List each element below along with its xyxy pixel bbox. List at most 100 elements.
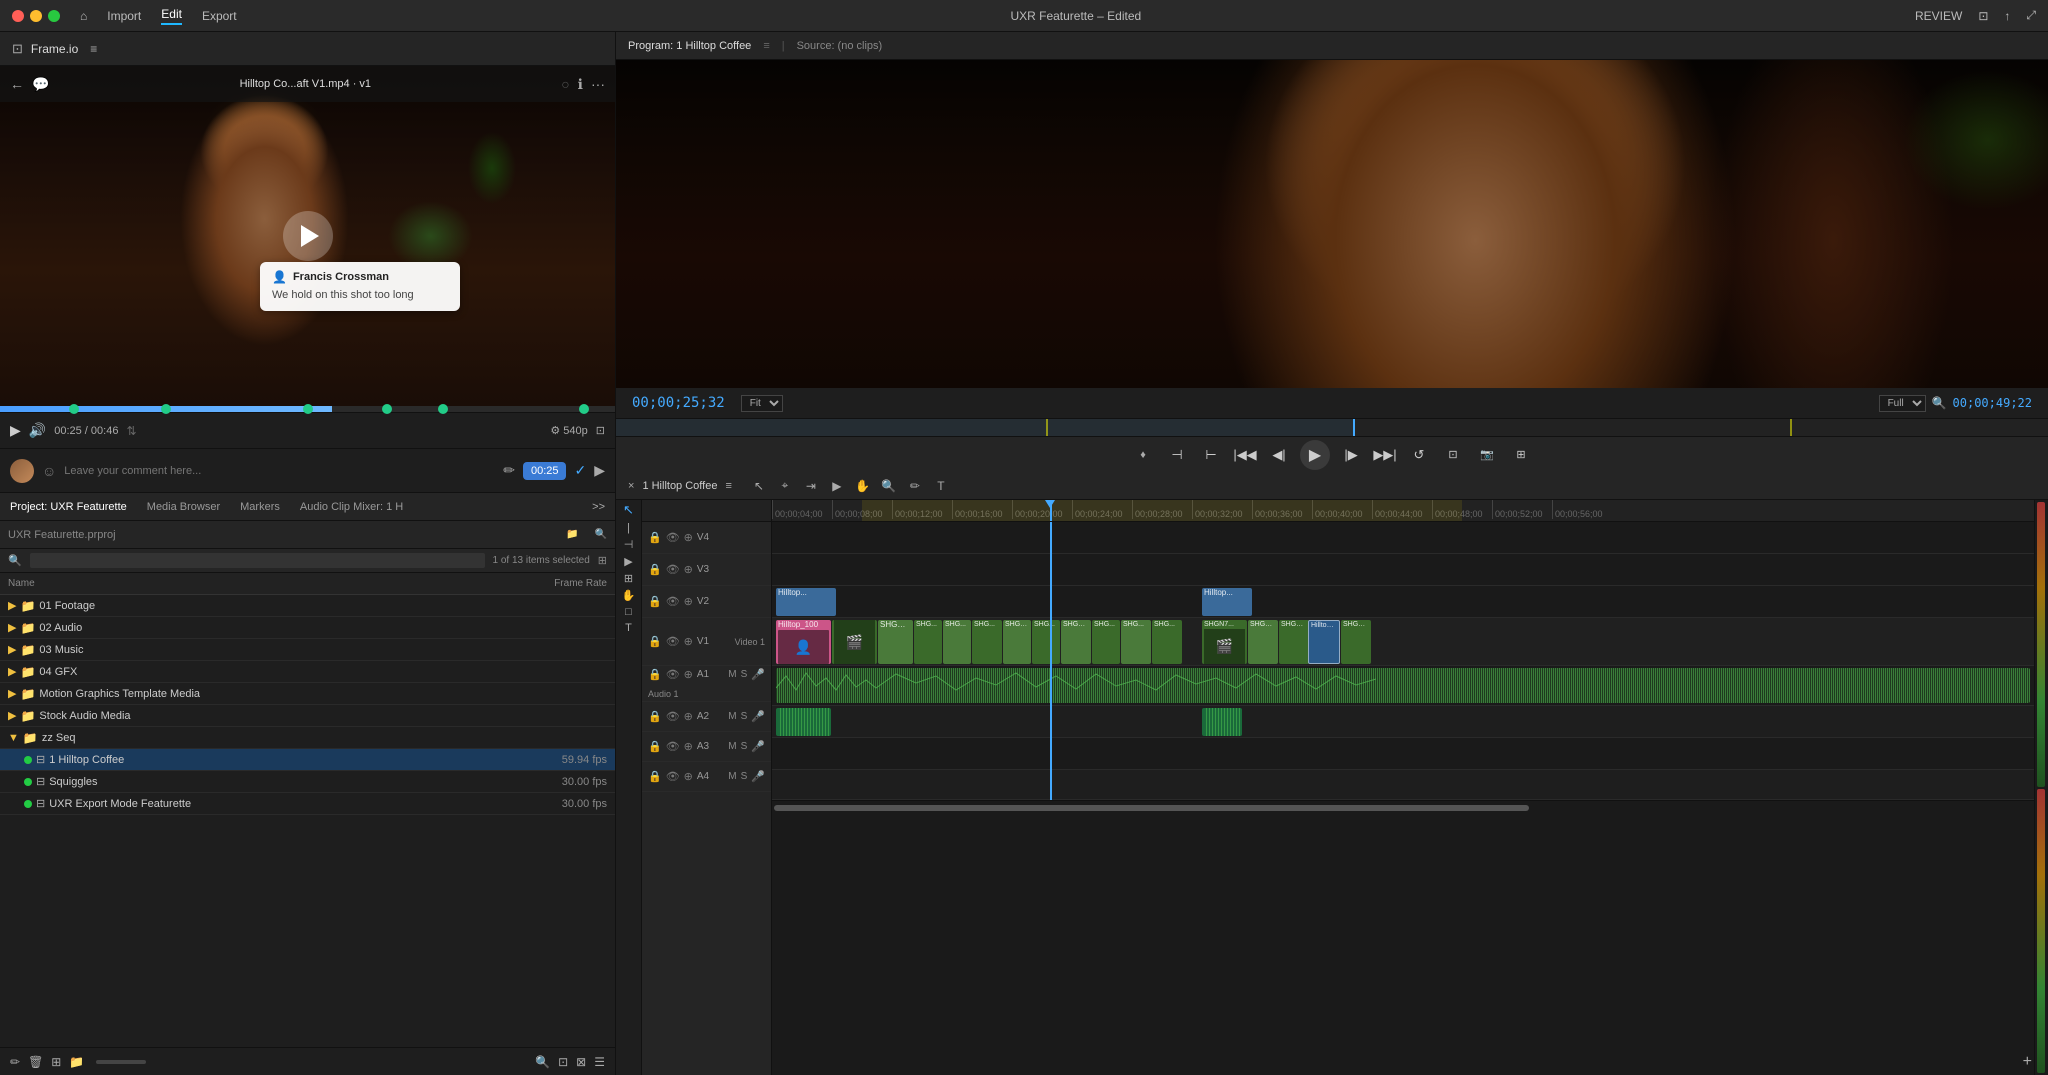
settings-btn[interactable]: ⊞ <box>1508 442 1534 468</box>
track-vis-a4[interactable]: 👁 <box>666 770 680 783</box>
list-item[interactable]: ⊟ UXR Export Mode Featurette 30.00 fps <box>0 793 615 815</box>
list-item[interactable]: ▶ 📁 03 Music <box>0 639 615 661</box>
clip-v1-1[interactable]: 🎬 <box>832 620 877 664</box>
clip-v1-4[interactable]: SHG... <box>943 620 971 664</box>
play-stop-btn[interactable]: ▶ <box>1300 440 1330 470</box>
program-monitor-tab[interactable]: Program: 1 Hilltop Coffee <box>628 40 751 52</box>
fullscreen-icon[interactable]: ⤢ <box>2026 8 2036 23</box>
volume-icon[interactable]: 🔊 <box>29 422 46 439</box>
track-lock-v1[interactable]: 🔒 <box>648 635 662 648</box>
check-icon[interactable]: ✓ <box>574 462 586 479</box>
clip-v2-1[interactable]: Hilltop... <box>776 588 836 616</box>
track-tl[interactable]: ▶ <box>624 555 632 568</box>
magnify-icon[interactable]: 🔍 <box>1932 396 1947 410</box>
tab-audio-mixer[interactable]: Audio Clip Mixer: 1 H <box>300 501 403 513</box>
track-lock-a3[interactable]: 🔒 <box>648 740 662 753</box>
panel-icon[interactable]: ⊡ <box>1978 9 1988 23</box>
track-sync-a3[interactable]: ⊕ <box>684 740 693 753</box>
razor-tl[interactable]: | <box>627 522 630 534</box>
comment-input[interactable] <box>64 465 495 477</box>
track-s-a3[interactable]: S <box>741 741 748 752</box>
list-item[interactable]: ▶ 📁 01 Footage <box>0 595 615 617</box>
clip-v1-8[interactable]: SHGN7... <box>1061 620 1091 664</box>
tab-project[interactable]: Project: UXR Featurette <box>10 501 127 513</box>
pencil-icon[interactable]: ✏ <box>10 1055 20 1069</box>
track-lock-v3[interactable]: 🔒 <box>648 563 662 576</box>
search-icon[interactable]: 🔍 <box>595 529 607 540</box>
track-select-tool[interactable]: ▶ <box>826 475 848 497</box>
track-vis-a1[interactable]: 👁 <box>666 668 680 681</box>
nav-export[interactable]: Export <box>202 9 237 23</box>
list-item[interactable]: ▶ 📁 Stock Audio Media <box>0 705 615 727</box>
fullscreen-button[interactable] <box>48 10 60 22</box>
clip-v1-2[interactable]: SHGN7_5... <box>878 620 913 664</box>
hand-tl[interactable]: ✋ <box>622 589 636 602</box>
zoom-tool-tl[interactable]: 🔍 <box>878 475 900 497</box>
clip-v1-7[interactable]: SHG... <box>1032 620 1060 664</box>
list-icon[interactable]: ☰ <box>594 1055 605 1069</box>
loop-btn[interactable]: ↺ <box>1406 442 1432 468</box>
track-m-a2[interactable]: M <box>728 711 736 722</box>
back-icon[interactable]: ← <box>10 76 24 92</box>
clip-v1-selected[interactable]: Hilltop_White.psd <box>1308 620 1340 664</box>
track-m-a3[interactable]: M <box>728 741 736 752</box>
clip-v2-2[interactable]: Hilltop... <box>1202 588 1252 616</box>
track-vis-a3[interactable]: 👁 <box>666 740 680 753</box>
track-vis-v2[interactable]: 👁 <box>666 595 680 608</box>
list-view-icon[interactable]: ⊞ <box>598 554 607 567</box>
track-vis-v4[interactable]: 👁 <box>666 531 680 544</box>
scrollbar-thumb[interactable] <box>774 805 1529 811</box>
clip-v1-5[interactable]: SHG... <box>972 620 1002 664</box>
track-s-a2[interactable]: S <box>741 711 748 722</box>
list-item[interactable]: ▶ 📁 Motion Graphics Template Media <box>0 683 615 705</box>
step-fwd-btn[interactable]: |▶ <box>1338 442 1364 468</box>
close-button[interactable] <box>12 10 24 22</box>
list-item[interactable]: ▼ 📁 zz Seq <box>0 727 615 749</box>
track-m-a4[interactable]: M <box>728 771 736 782</box>
send-icon[interactable]: ▶ <box>594 462 605 479</box>
track-mic-a2[interactable]: 🎤 <box>751 710 765 723</box>
track-lock-v4[interactable]: 🔒 <box>648 531 662 544</box>
track-sync-v4[interactable]: ⊕ <box>684 531 693 544</box>
panel-expand[interactable]: >> <box>592 501 605 513</box>
close-sequence-icon[interactable]: × <box>628 480 634 492</box>
minimize-button[interactable] <box>30 10 42 22</box>
progress-bar[interactable] <box>0 406 615 412</box>
share-icon[interactable]: ↑ <box>2004 9 2010 23</box>
list-item[interactable]: ⊟ 1 Hilltop Coffee 59.94 fps <box>0 749 615 771</box>
goto-out-btn[interactable]: ▶▶| <box>1372 442 1398 468</box>
arrows-icon[interactable]: ⇅ <box>126 424 136 438</box>
frameio-menu[interactable]: ≡ <box>90 42 97 56</box>
track-sync-v3[interactable]: ⊕ <box>684 563 693 576</box>
track-mic-a4[interactable]: 🎤 <box>751 770 765 783</box>
track-m-a1[interactable]: M <box>728 669 736 680</box>
emoji-icon[interactable]: ☺ <box>42 463 56 479</box>
track-lock-v2[interactable]: 🔒 <box>648 595 662 608</box>
track-vis-v1[interactable]: 👁 <box>666 635 680 648</box>
tab-menu-icon[interactable]: ≡ <box>763 40 769 52</box>
search-input[interactable] <box>30 553 485 568</box>
list-item[interactable]: ⊟ Squiggles 30.00 fps <box>0 771 615 793</box>
grid-icon[interactable]: ⊞ <box>51 1055 61 1069</box>
delete-icon[interactable]: ⊠ <box>576 1055 586 1069</box>
play-control[interactable]: ▶ <box>10 422 21 439</box>
search-icon[interactable]: 🔍 <box>535 1055 550 1069</box>
export-frame-btn[interactable]: 📷 <box>1474 442 1500 468</box>
track-sync-v1[interactable]: ⊕ <box>684 635 693 648</box>
clip-a2-2[interactable] <box>1202 708 1242 736</box>
tab-markers[interactable]: Markers <box>240 501 280 513</box>
nav-home[interactable]: ⌂ <box>80 9 87 23</box>
clip-v1-9[interactable]: SHG... <box>1092 620 1120 664</box>
in-point-btn[interactable]: ⊣ <box>1164 442 1190 468</box>
track-vis-v3[interactable]: 👁 <box>666 563 680 576</box>
clip-v1-right-2[interactable]: SHGN7... <box>1248 620 1278 664</box>
clip-v1-11[interactable]: SHG... <box>1152 620 1182 664</box>
track-s-a4[interactable]: S <box>741 771 748 782</box>
razor-tool[interactable]: ⌖ <box>774 475 796 497</box>
zoom-level-select[interactable]: Full <box>1879 395 1926 412</box>
panel-icon[interactable]: ⊡ <box>558 1055 568 1069</box>
draw-icon[interactable]: ✏ <box>503 462 515 479</box>
safe-margin-btn[interactable]: ⊡ <box>1440 442 1466 468</box>
more-icon[interactable]: ··· <box>591 76 605 92</box>
source-monitor-tab[interactable]: Source: (no clips) <box>797 40 883 52</box>
